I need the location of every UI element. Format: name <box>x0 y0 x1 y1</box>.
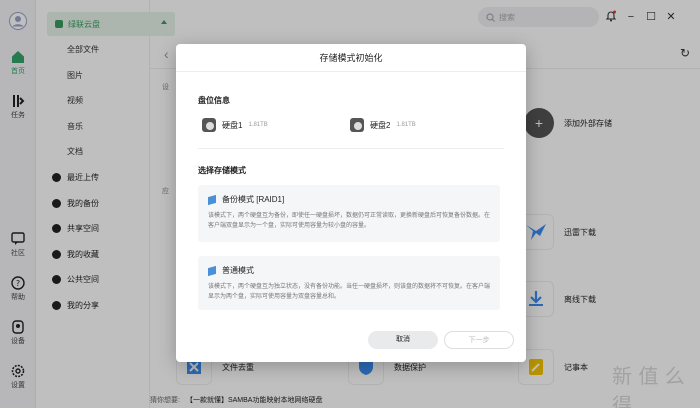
mode-desc: 该模式下，两个硬盘互为备份，即使任一硬盘损坏，数据仍可正常读取，更换新硬盘后可恢… <box>208 213 491 229</box>
cube-icon <box>208 265 216 276</box>
mode-card-raid1[interactable]: 备份模式 [RAID1] 该模式下，两个硬盘互为备份，即使任一硬盘损坏，数据仍可… <box>198 185 500 242</box>
storage-init-dialog: 存储模式初始化 盘位信息 硬盘1 1.81TB 硬盘2 1.81TB 选择存储模… <box>176 44 526 362</box>
mode-card-normal[interactable]: 普通模式 该模式下，两个硬盘互为独立状态，没有备份功能。当任一硬盘损坏，则该盘的… <box>198 256 500 310</box>
disk-size: 1.81TB <box>248 122 268 128</box>
disk-1: 硬盘1 1.81TB <box>202 118 268 132</box>
mode-desc: 该模式下，两个硬盘互为独立状态，没有备份功能。当任一硬盘损坏，则该盘的数据将不可… <box>208 284 491 300</box>
disk-name: 硬盘1 <box>222 120 243 130</box>
section-divider <box>198 148 504 149</box>
disk-size: 1.81TB <box>396 122 416 128</box>
cancel-button[interactable]: 取消 <box>368 331 438 349</box>
disk-2: 硬盘2 1.81TB <box>350 118 416 132</box>
disk-name: 硬盘2 <box>370 120 391 130</box>
next-button[interactable]: 下一步 <box>444 331 514 349</box>
mode-section-title: 选择存储模式 <box>198 166 246 175</box>
cube-icon <box>208 194 216 205</box>
hard-disk-icon <box>202 118 216 132</box>
mode-title: 备份模式 [RAID1] <box>222 195 285 204</box>
disk-section-title: 盘位信息 <box>198 96 230 105</box>
dialog-title: 存储模式初始化 <box>176 44 526 72</box>
mode-title: 普通模式 <box>222 266 254 275</box>
hard-disk-icon <box>350 118 364 132</box>
